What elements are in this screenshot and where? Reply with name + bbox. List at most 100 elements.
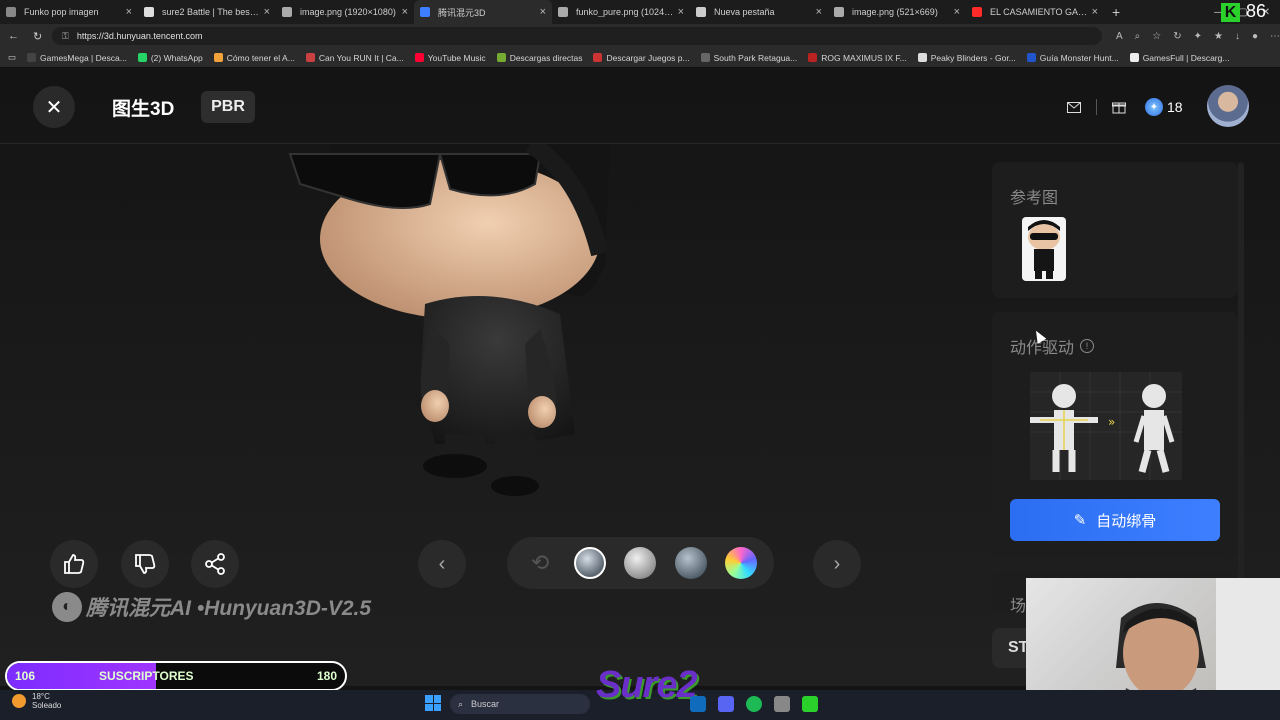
tab-close-icon[interactable]: × [816,6,822,18]
browser-tab-title: EL CASAMIENTO GANGSTE [990,7,1088,17]
reference-thumbnail[interactable] [1022,217,1066,281]
address-bar[interactable]: ⚿ https://3d.hunyuan.tencent.com [52,27,1102,45]
mail-icon[interactable] [1062,95,1086,119]
share-button[interactable] [191,540,239,588]
funko-model [288,144,610,496]
previous-button[interactable]: ‹ [418,540,466,588]
globe-icon [834,7,844,17]
reference-card: 参考图 [992,162,1238,298]
tab-close-icon[interactable]: × [264,6,270,18]
windows-start-icon[interactable] [425,695,441,711]
panel-scrollbar[interactable] [1238,162,1244,582]
model-viewport[interactable] [0,144,990,594]
avatar[interactable] [1207,85,1249,127]
bookmark-favicon-icon [1129,53,1139,62]
green-app-icon[interactable] [802,696,818,712]
browser-tab-title: sure2 Battle | The best Chat [162,7,260,17]
next-button[interactable]: › [813,540,861,588]
credits-value: 18 [1167,99,1183,115]
dislike-button[interactable] [121,540,169,588]
discord-icon[interactable] [718,696,734,712]
material-geometry[interactable] [674,547,707,579]
bookmark-item[interactable]: Peaky Blinders - Gor... [917,52,1016,63]
browser-tab-title: Funko pop imagen [24,7,99,17]
bookmark-favicon-icon [593,53,603,62]
bookmark-item[interactable]: (2) WhatsApp [137,53,203,63]
sure2-logo: Sure2 [596,664,698,706]
browser-tab[interactable]: 腾讯混元3D × [414,0,552,24]
taskbar-search-placeholder: Buscar [471,699,500,709]
app-icon[interactable] [774,696,790,712]
diamond-icon [144,7,154,17]
browser-tab-title: 腾讯混元3D [438,7,486,18]
menu-icon[interactable]: ⋯ [1270,31,1280,42]
outlook-icon[interactable] [690,696,706,712]
bookmark-item[interactable]: South Park Retagua... [700,53,797,63]
bookmark-label: Peaky Blinders - Gor... [930,52,1016,63]
pbr-badge[interactable]: PBR [201,91,255,123]
rig-preview-image: » [1030,372,1182,480]
bookmark-item[interactable]: Can You RUN It | Ca... [305,53,404,63]
bookmark-favicon-icon [917,53,927,62]
hunyuan-icon [420,7,430,17]
weather-widget[interactable]: 18°C Soleado [12,692,61,710]
close-button[interactable]: ✕ [33,86,75,128]
info-icon[interactable]: ! [1080,339,1095,353]
weather-temperature: 18°C [32,692,50,701]
favorites-icon[interactable]: ★ [1214,31,1223,42]
bookmark-item[interactable]: Descargas directas [496,52,583,63]
profile-icon[interactable]: ● [1252,31,1258,42]
translate-icon[interactable]: A [1116,31,1123,42]
zoom-icon[interactable]: ⌕ [1135,31,1141,42]
tab-close-icon[interactable]: × [402,6,408,18]
browser-tab[interactable]: image.png (521×669) × [828,0,966,24]
bookmark-item[interactable]: YouTube Music [414,53,486,63]
browser-tab[interactable]: image.png (1920×1080) × [276,0,414,24]
like-button[interactable] [50,540,98,588]
reference-title: 参考图 [1010,190,1059,207]
bookmark-item[interactable]: Descargar Juegos p... [593,52,690,63]
bookmark-label: Descargas directas [509,52,583,63]
taskbar-search[interactable]: ⌕ Buscar [450,694,590,714]
tab-close-icon[interactable]: × [678,6,684,18]
url-text: https://3d.hunyuan.tencent.com [76,31,203,41]
gift-icon[interactable] [1107,95,1131,119]
pin-icon: ✎ [1073,512,1087,529]
new-tab-button[interactable]: + [1112,4,1120,20]
globe-icon [558,7,568,17]
bookmark-item[interactable]: GamesMega | Desca... [27,53,127,63]
material-normal-map[interactable] [724,547,757,579]
browser-tab[interactable]: Nueva pestaña × [690,0,828,24]
reload-icon[interactable]: ↻ [33,30,42,43]
rotate-icon[interactable]: ⟲ [524,547,556,579]
back-icon[interactable]: ← [8,30,19,43]
material-textured[interactable] [574,547,607,579]
bookmark-favicon-icon [414,53,424,62]
bookmark-item[interactable]: ROG MAXIMUS IX F... [808,53,907,63]
tab-close-icon[interactable]: × [126,6,132,18]
browser-tab[interactable]: Funko pop imagen × [0,0,138,24]
extensions-icon[interactable]: ✦ [1194,31,1202,42]
bookmark-item[interactable]: Guía Monster Hunt... [1026,53,1119,63]
tab-close-icon[interactable]: × [954,6,960,18]
refresh-icon[interactable]: ↻ [1173,31,1181,42]
browser-tab[interactable]: EL CASAMIENTO GANGSTE × [966,0,1104,24]
browser-tab[interactable]: sure2 Battle | The best Chat × [138,0,276,24]
auto-rig-button[interactable]: ✎ 自动绑骨 [1010,499,1220,541]
material-white-clay[interactable] [624,547,657,579]
tab-close-icon[interactable]: × [540,6,546,18]
star-icon[interactable]: ☆ [1152,31,1161,42]
credits-counter[interactable]: ✦ 18 [1145,98,1183,116]
spotify-icon[interactable] [746,696,762,712]
bookmark-label: Descargar Juegos p... [606,52,690,63]
browser-tab[interactable]: funko_pure.png (1024×153 × [552,0,690,24]
header-actions: ✦ 18 [1062,92,1183,122]
bookmark-item[interactable]: GamesFull | Descarg... [1129,53,1229,63]
bookmark-favicon-icon [27,53,37,62]
bookmark-favicon-icon [1026,53,1036,62]
tab-groups-icon[interactable]: ▭ [8,52,16,63]
tab-close-icon[interactable]: × [1092,6,1098,18]
download-icon[interactable]: ↓ [1235,31,1240,42]
animation-title: 动作驱动 ! [1010,334,1095,358]
bookmark-item[interactable]: Cómo tener el A... [213,53,295,63]
